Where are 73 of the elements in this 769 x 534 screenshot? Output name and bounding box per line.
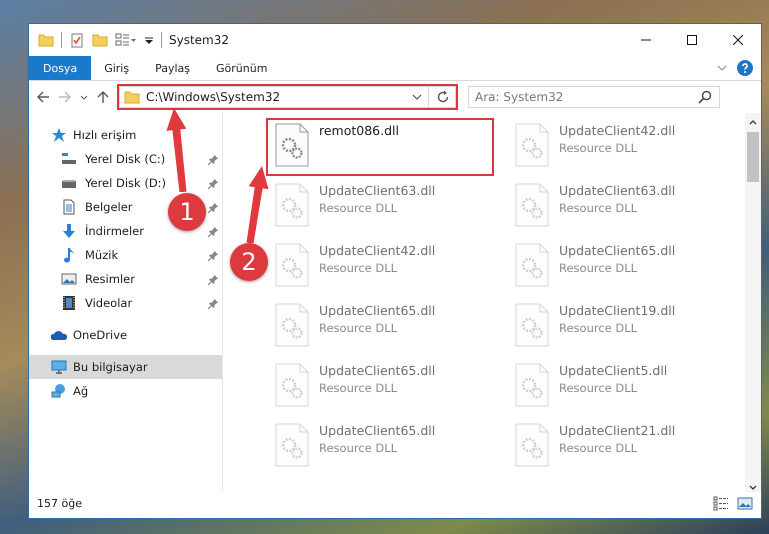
file-name[interactable]: UpdateClient65.dll [559, 243, 676, 258]
sidebar-item[interactable]: Müzik [61, 247, 118, 263]
back-icon[interactable] [35, 89, 51, 105]
network-icon [51, 383, 67, 399]
file-name[interactable]: UpdateClient65.dll [319, 423, 436, 438]
file-name[interactable]: UpdateClient65.dll [319, 363, 436, 378]
file-name[interactable]: UpdateClient63.dll [319, 183, 436, 198]
file-type: Resource DLL [559, 141, 638, 155]
ribbon-tab[interactable]: Dosya [29, 56, 92, 80]
sidebar-item[interactable]: Bu bilgisayar [51, 359, 148, 375]
sidebar-item[interactable]: Videolar [61, 295, 132, 311]
forward-icon[interactable] [57, 89, 73, 105]
view-options-icon[interactable] [115, 32, 137, 48]
sidebar-item[interactable]: OneDrive [51, 327, 128, 343]
sidebar-item[interactable]: Yerel Disk (D:) [61, 175, 166, 191]
file-type: Resource DLL [319, 441, 398, 455]
file-type: Resource DLL [559, 201, 638, 215]
folder-icon[interactable] [38, 32, 54, 48]
picture-icon [61, 271, 77, 287]
sidebar-item[interactable]: Yerel Disk (C:) [61, 151, 166, 167]
sidebar-item[interactable]: Resimler [61, 271, 135, 287]
customize-toolbar-icon[interactable] [144, 35, 154, 45]
expand-ribbon-icon[interactable] [717, 63, 727, 73]
details-view-icon[interactable] [713, 495, 729, 511]
maximize-icon [687, 35, 697, 45]
address-bar[interactable]: C:\Windows\System32 [119, 86, 456, 108]
ribbon-tab[interactable]: Giriş [91, 56, 142, 80]
file-type: Resource DLL [319, 201, 398, 215]
file-type: Resource DLL [559, 441, 638, 455]
computer-icon [51, 359, 67, 375]
ribbon-tab[interactable]: Paylaş [142, 56, 203, 80]
file-type: Resource DLL [319, 321, 398, 335]
minimize-icon [641, 39, 651, 41]
file-name[interactable]: remot086.dll [319, 123, 399, 138]
gear-file-icon[interactable] [275, 123, 309, 167]
folder-icon [124, 89, 140, 105]
down-arrow-icon [61, 223, 77, 239]
sidebar-item[interactable]: Belgeler [61, 199, 133, 215]
dropdown-icon[interactable] [412, 92, 422, 102]
scrollbar-thumb[interactable] [747, 132, 759, 182]
file-name[interactable]: UpdateClient65.dll [319, 303, 436, 318]
folder-icon[interactable] [92, 32, 108, 48]
refresh-icon[interactable] [435, 89, 451, 105]
document-icon [61, 199, 77, 215]
file-type: Resource DLL [559, 261, 638, 275]
file-name[interactable]: UpdateClient19.dll [559, 303, 676, 318]
window-title: System32 [169, 33, 230, 47]
help-icon[interactable] [737, 60, 753, 76]
large-icons-view-icon[interactable] [737, 495, 753, 511]
file-name[interactable]: UpdateClient5.dll [559, 363, 668, 378]
search-icon [697, 89, 713, 105]
address-path: C:\Windows\System32 [146, 90, 282, 104]
drive-icon [61, 151, 77, 167]
scrollbar[interactable] [745, 113, 761, 492]
file-type: Resource DLL [559, 321, 638, 335]
properties-icon[interactable] [69, 32, 85, 48]
up-icon[interactable] [95, 89, 111, 105]
sidebar-item[interactable]: Hızlı erişim [51, 127, 136, 143]
close-icon [733, 35, 743, 45]
file-type: Resource DLL [319, 381, 398, 395]
item-count: 157 öğe [37, 496, 82, 510]
file-name[interactable]: UpdateClient42.dll [319, 243, 436, 258]
ribbon-tab[interactable]: Görünüm [203, 56, 280, 80]
search-field[interactable]: Ara: System32 [468, 86, 720, 108]
film-icon [61, 295, 77, 311]
star-icon [51, 127, 67, 143]
file-name[interactable]: UpdateClient42.dll [559, 123, 676, 138]
sidebar-item[interactable]: Ağ [51, 383, 88, 399]
file-name[interactable]: UpdateClient21.dll [559, 423, 676, 438]
file-type: Resource DLL [319, 261, 398, 275]
file-type: Resource DLL [559, 381, 638, 395]
sidebar-item[interactable]: İndirmeler [61, 223, 144, 239]
file-name[interactable]: UpdateClient63.dll [559, 183, 676, 198]
